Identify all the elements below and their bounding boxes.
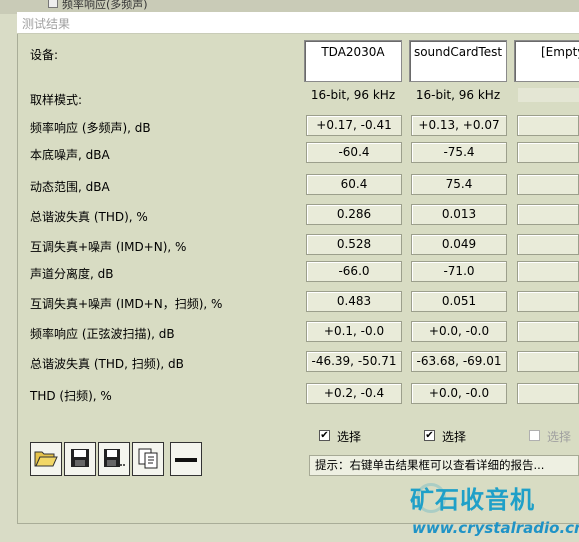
row-label-dynamic-range: 动态范围, dBA xyxy=(30,180,110,194)
row-label-freq-response-multitone: 频率响应 (多频声), dB xyxy=(30,121,151,135)
row-label-freq-response-sweep: 频率响应 (正弦波扫描), dB xyxy=(30,327,175,341)
sampling-mode-2: 16-bit, 96 kHz xyxy=(415,88,501,102)
value-cell[interactable]: +0.17, -0.41 xyxy=(306,115,402,136)
value-cell[interactable]: -63.68, -69.01 xyxy=(411,351,507,372)
open-folder-icon xyxy=(34,448,58,471)
select-label-1: 选择 xyxy=(337,430,362,444)
device-name-1[interactable]: TDA2030A xyxy=(304,40,402,82)
value-cell[interactable] xyxy=(517,383,579,404)
row-label-thd: 总谐波失真 (THD), % xyxy=(30,210,148,224)
select-checkbox-1[interactable]: ✔ xyxy=(319,430,330,441)
device-label: 设备: xyxy=(30,48,59,62)
window-title: 测试结果 xyxy=(22,17,71,31)
value-cell[interactable] xyxy=(517,351,579,372)
background-window-title: 频率响应(多频声) xyxy=(62,0,148,11)
remove-icon xyxy=(175,452,197,466)
value-cell[interactable]: 0.013 xyxy=(411,204,507,225)
value-cell[interactable]: +0.0, -0.0 xyxy=(411,321,507,342)
value-cell[interactable]: +0.0, -0.0 xyxy=(411,383,507,404)
save-as-icon xyxy=(103,448,125,471)
sampling-mode-1: 16-bit, 96 kHz xyxy=(310,88,396,102)
value-cell[interactable]: 0.051 xyxy=(411,291,507,312)
value-cell[interactable] xyxy=(517,291,579,312)
value-cell[interactable] xyxy=(517,234,579,255)
value-cell[interactable] xyxy=(517,261,579,282)
select-checkbox-3[interactable] xyxy=(529,430,540,441)
save-as-button[interactable] xyxy=(98,442,130,476)
value-cell[interactable]: -60.4 xyxy=(306,142,402,163)
row-label-thd-sweep-db: 总谐波失真 (THD, 扫频), dB xyxy=(30,357,184,371)
value-cell[interactable]: 0.286 xyxy=(306,204,402,225)
value-cell[interactable]: -71.0 xyxy=(411,261,507,282)
row-label-imd-n-sweep: 互调失真+噪声 (IMD+N，扫频), % xyxy=(30,297,223,311)
row-label-noise-floor: 本底噪声, dBA xyxy=(30,148,110,162)
value-cell[interactable]: +0.2, -0.4 xyxy=(306,383,402,404)
value-cell[interactable]: 0.528 xyxy=(306,234,402,255)
row-label-channel-separation: 声道分离度, dB xyxy=(30,267,114,281)
value-cell[interactable] xyxy=(517,115,579,136)
hint-bar: 提示：右键单击结果框可以查看详细的报告... xyxy=(309,455,579,476)
value-cell[interactable]: -66.0 xyxy=(306,261,402,282)
row-label-imd-n: 互调失真+噪声 (IMD+N), % xyxy=(30,240,187,254)
copy-button[interactable] xyxy=(132,442,164,476)
open-button[interactable] xyxy=(30,442,62,476)
device-name-2[interactable]: soundCardTest xyxy=(409,40,507,82)
row-label-thd-sweep-pct: THD (扫频), % xyxy=(30,389,112,403)
save-icon xyxy=(70,448,90,471)
value-cell[interactable] xyxy=(517,174,579,195)
value-cell[interactable] xyxy=(517,204,579,225)
sampling-mode-label: 取样模式: xyxy=(30,93,83,107)
value-cell[interactable]: 75.4 xyxy=(411,174,507,195)
value-cell[interactable]: +0.1, -0.0 xyxy=(306,321,402,342)
value-cell[interactable]: 60.4 xyxy=(306,174,402,195)
select-label-3: 选择 xyxy=(547,430,572,444)
sampling-mode-3 xyxy=(518,88,579,102)
copy-icon xyxy=(137,447,159,472)
title-bar[interactable] xyxy=(17,12,579,34)
save-button[interactable] xyxy=(64,442,96,476)
watermark-url: www.crystalradio.cn xyxy=(412,519,579,537)
select-label-2: 选择 xyxy=(442,430,467,444)
value-cell[interactable]: -75.4 xyxy=(411,142,507,163)
remove-button[interactable] xyxy=(170,442,202,476)
value-cell[interactable] xyxy=(517,142,579,163)
select-checkbox-2[interactable]: ✔ xyxy=(424,430,435,441)
value-cell[interactable]: +0.13, +0.07 xyxy=(411,115,507,136)
value-cell[interactable] xyxy=(517,321,579,342)
value-cell[interactable]: 0.483 xyxy=(306,291,402,312)
watermark-text: 矿石收音机 xyxy=(410,486,535,514)
device-name-3[interactable]: [Empty xyxy=(514,40,579,82)
value-cell[interactable]: -46.39, -50.71 xyxy=(306,351,402,372)
background-window-icon xyxy=(48,0,58,8)
value-cell[interactable]: 0.049 xyxy=(411,234,507,255)
